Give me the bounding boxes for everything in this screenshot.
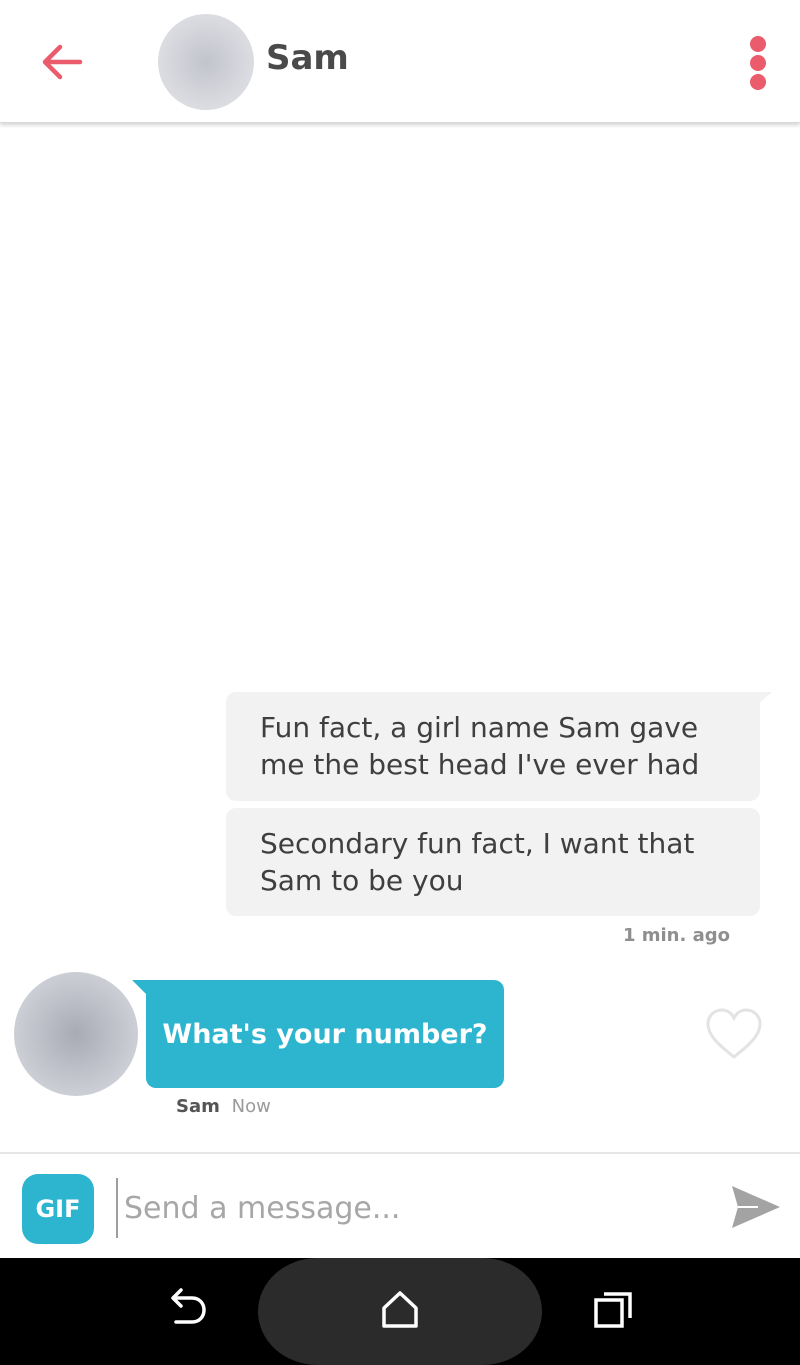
outgoing-timestamp: 1 min. ago — [622, 925, 730, 946]
incoming-message[interactable]: What's your number? — [146, 980, 504, 1088]
sender-name: Sam — [176, 1096, 220, 1117]
gif-button[interactable]: GIF — [22, 1174, 94, 1244]
send-button[interactable] — [728, 1182, 782, 1232]
incoming-time: Now — [231, 1096, 271, 1117]
system-navigation-bar — [0, 1258, 800, 1365]
outgoing-message[interactable]: Secondary fun fact, I want that Sam to b… — [226, 808, 760, 916]
vertical-dots-icon — [750, 36, 766, 52]
menu-dot — [750, 74, 766, 90]
contact-name[interactable]: Sam — [266, 38, 349, 78]
like-button[interactable] — [704, 1006, 764, 1062]
back-icon — [171, 1288, 206, 1324]
recents-icon — [594, 1292, 632, 1328]
back-button[interactable] — [36, 36, 88, 88]
home-icon — [382, 1291, 418, 1328]
contact-avatar[interactable] — [158, 14, 254, 110]
system-back-button[interactable] — [164, 1286, 210, 1332]
incoming-meta: Sam Now — [176, 1096, 271, 1117]
chat-header: Sam — [0, 0, 800, 123]
sender-avatar[interactable] — [14, 972, 138, 1096]
heart-outline-icon — [706, 1008, 762, 1059]
message-text-line: Fun fact, a girl name Sam gave — [260, 711, 699, 744]
incoming-message-text: What's your number? — [162, 1018, 488, 1050]
more-options-button[interactable] — [744, 34, 772, 92]
message-text-line: Secondary fun fact, I want that — [260, 827, 695, 860]
gif-label: GIF — [35, 1195, 81, 1223]
system-recents-button[interactable] — [590, 1288, 636, 1332]
menu-dot — [750, 55, 766, 71]
arrow-left-icon — [42, 44, 83, 80]
outgoing-message[interactable]: Fun fact, a girl name Sam gave me the be… — [226, 692, 760, 801]
message-text-line: Sam to be you — [260, 864, 464, 897]
message-text-line: me the best head I've ever had — [260, 748, 700, 781]
system-home-button[interactable] — [378, 1288, 422, 1332]
message-composer: GIF — [0, 1152, 800, 1260]
send-icon — [732, 1186, 780, 1228]
message-input[interactable] — [116, 1178, 696, 1238]
